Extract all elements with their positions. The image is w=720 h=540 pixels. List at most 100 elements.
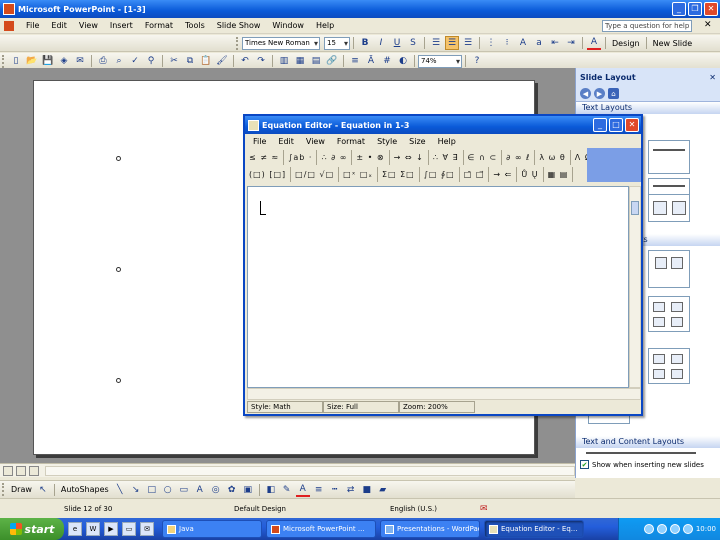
volume-icon[interactable] bbox=[669, 524, 680, 534]
labeled-arrow-templates-palette[interactable]: → ⇐ bbox=[489, 166, 518, 182]
eq-minimize-button[interactable]: _ bbox=[593, 118, 607, 132]
powerpoint-app-icon[interactable] bbox=[3, 3, 15, 15]
toolbar-grip[interactable] bbox=[2, 54, 6, 68]
relational-symbols-palette[interactable]: ≤ ≠ ≈ bbox=[245, 149, 285, 165]
menu-edit[interactable]: Edit bbox=[45, 21, 73, 30]
eq-menu-style[interactable]: Style bbox=[371, 137, 403, 146]
copy-icon[interactable]: ⧉ bbox=[183, 54, 197, 68]
menu-tools[interactable]: Tools bbox=[179, 21, 211, 30]
equation-editor-app-icon[interactable] bbox=[248, 119, 259, 131]
show-when-inserting-checkbox[interactable]: ✔ bbox=[580, 460, 589, 469]
slide-show-view-button[interactable] bbox=[29, 465, 39, 476]
color-grayscale-icon[interactable]: ◐ bbox=[396, 54, 410, 68]
operator-symbols-palette[interactable]: ± • ⊗ bbox=[352, 149, 390, 165]
start-button[interactable]: start bbox=[0, 518, 64, 540]
toolbar-grip[interactable] bbox=[236, 36, 240, 50]
3d-style-icon[interactable]: ▰ bbox=[376, 483, 390, 497]
align-center-icon[interactable]: ☰ bbox=[445, 36, 459, 50]
permission-icon[interactable]: ◈ bbox=[57, 54, 71, 68]
security-icon[interactable] bbox=[656, 524, 667, 534]
quicklaunch-desktop-icon[interactable]: ▭ bbox=[122, 522, 136, 536]
text-box-icon[interactable]: ▭ bbox=[177, 483, 191, 497]
show-formatting-icon[interactable]: Ā bbox=[364, 54, 378, 68]
italic-icon[interactable]: I bbox=[374, 36, 388, 50]
insert-chart-icon[interactable]: ▥ bbox=[277, 54, 291, 68]
line-icon[interactable]: ╲ bbox=[113, 483, 127, 497]
new-slide-button[interactable]: New Slide bbox=[650, 39, 696, 48]
font-grow-icon[interactable]: A bbox=[516, 36, 530, 50]
numbering-icon[interactable]: ⋮ bbox=[484, 36, 498, 50]
arrow-icon[interactable]: ↘ bbox=[129, 483, 143, 497]
taskbar-item-wordpad[interactable]: Presentations - WordPad bbox=[380, 520, 480, 538]
research-icon[interactable]: ⚲ bbox=[144, 54, 158, 68]
fence-templates-palette[interactable]: (□) [□] bbox=[245, 166, 292, 182]
overbar-underbar-templates-palette[interactable]: □̄ □⃗ bbox=[460, 166, 490, 182]
autoshapes-menu-button[interactable]: AutoShapes bbox=[58, 485, 112, 494]
help-search-input[interactable]: Type a question for help bbox=[602, 20, 692, 32]
undo-icon[interactable]: ↶ bbox=[238, 54, 252, 68]
font-color-icon[interactable]: A bbox=[587, 36, 601, 50]
oval-icon[interactable]: ○ bbox=[161, 483, 175, 497]
minimize-button[interactable]: _ bbox=[672, 2, 686, 16]
summation-templates-palette[interactable]: Σ□ Σ□ bbox=[378, 166, 420, 182]
eq-menu-edit[interactable]: Edit bbox=[272, 137, 300, 146]
align-left-icon[interactable]: ☰ bbox=[429, 36, 443, 50]
rectangle-icon[interactable]: □ bbox=[145, 483, 159, 497]
embellishments-palette[interactable]: ∴ ∂ ∞ bbox=[317, 149, 353, 165]
show-when-inserting-option[interactable]: ✔ Show when inserting new slides bbox=[580, 460, 704, 469]
set-theory-palette[interactable]: ∈ ∩ ⊂ bbox=[464, 149, 503, 165]
home-icon[interactable]: ⌂ bbox=[608, 88, 619, 99]
restore-button[interactable]: ❐ bbox=[688, 2, 702, 16]
align-right-icon[interactable]: ☰ bbox=[461, 36, 475, 50]
eq-maximize-button[interactable]: □ bbox=[609, 118, 623, 132]
print-preview-icon[interactable]: ⌕ bbox=[112, 54, 126, 68]
design-button[interactable]: Design bbox=[609, 39, 643, 48]
wordart-icon[interactable]: A bbox=[193, 483, 207, 497]
draw-font-color-icon[interactable]: A bbox=[295, 483, 310, 497]
matrix-templates-palette[interactable]: ▦ ▤ bbox=[544, 166, 574, 182]
layout-title-only[interactable] bbox=[648, 140, 690, 174]
font-size-combo[interactable]: 15 bbox=[324, 36, 350, 50]
insert-hyperlink-icon[interactable]: 🔗 bbox=[325, 54, 339, 68]
document-close-icon[interactable]: ✕ bbox=[704, 20, 712, 30]
help-icon[interactable]: ? bbox=[470, 54, 484, 68]
fill-color-icon[interactable]: ◧ bbox=[264, 483, 278, 497]
save-icon[interactable]: 💾 bbox=[41, 54, 55, 68]
subscript-superscript-templates-palette[interactable]: □ˣ □ₓ bbox=[339, 166, 378, 182]
layout-content[interactable] bbox=[648, 250, 690, 288]
email-icon[interactable]: ✉ bbox=[73, 54, 87, 68]
menu-window[interactable]: Window bbox=[266, 21, 310, 30]
layout-two-columns[interactable] bbox=[648, 194, 690, 222]
show-grid-icon[interactable]: # bbox=[380, 54, 394, 68]
equation-editing-area[interactable] bbox=[247, 186, 629, 388]
expand-all-icon[interactable]: ≡ bbox=[348, 54, 362, 68]
quicklaunch-outlook-icon[interactable]: ✉ bbox=[140, 522, 154, 536]
eq-menu-view[interactable]: View bbox=[300, 137, 331, 146]
taskbar-item-equation-editor[interactable]: Equation Editor - Eq... bbox=[484, 520, 584, 538]
eq-menu-file[interactable]: File bbox=[247, 137, 272, 146]
cut-icon[interactable]: ✂ bbox=[167, 54, 181, 68]
document-icon[interactable] bbox=[4, 20, 14, 31]
quicklaunch-media-icon[interactable]: ▶ bbox=[104, 522, 118, 536]
arrow-style-icon[interactable]: ⇄ bbox=[344, 483, 358, 497]
bold-icon[interactable]: B bbox=[358, 36, 372, 50]
diagram-icon[interactable]: ◎ bbox=[209, 483, 223, 497]
menu-slide-show[interactable]: Slide Show bbox=[211, 21, 267, 30]
increase-indent-icon[interactable]: ⇥ bbox=[564, 36, 578, 50]
layout-title-content[interactable] bbox=[648, 348, 690, 384]
line-style-icon[interactable]: ≡ bbox=[312, 483, 326, 497]
eq-menu-size[interactable]: Size bbox=[403, 137, 431, 146]
slide-sorter-view-button[interactable] bbox=[16, 465, 26, 476]
forward-icon[interactable]: ▶ bbox=[594, 88, 605, 99]
format-painter-icon[interactable]: 🖌 bbox=[215, 54, 229, 68]
spelling-status-icon[interactable]: ✉ bbox=[480, 504, 488, 514]
print-icon[interactable]: ⎙ bbox=[96, 54, 110, 68]
quicklaunch-word-icon[interactable]: W bbox=[86, 522, 100, 536]
spelling-icon[interactable]: ✓ bbox=[128, 54, 142, 68]
open-icon[interactable]: 📂 bbox=[25, 54, 39, 68]
task-pane-close-icon[interactable]: ✕ bbox=[709, 73, 716, 82]
misc-symbols-palette[interactable]: ∂ ∞ ℓ bbox=[502, 149, 536, 165]
products-set-theory-templates-palette[interactable]: Ů Ų bbox=[517, 166, 544, 182]
layout-four-content[interactable] bbox=[648, 296, 690, 332]
taskbar-item-powerpoint[interactable]: Microsoft PowerPoint ... bbox=[266, 520, 376, 538]
